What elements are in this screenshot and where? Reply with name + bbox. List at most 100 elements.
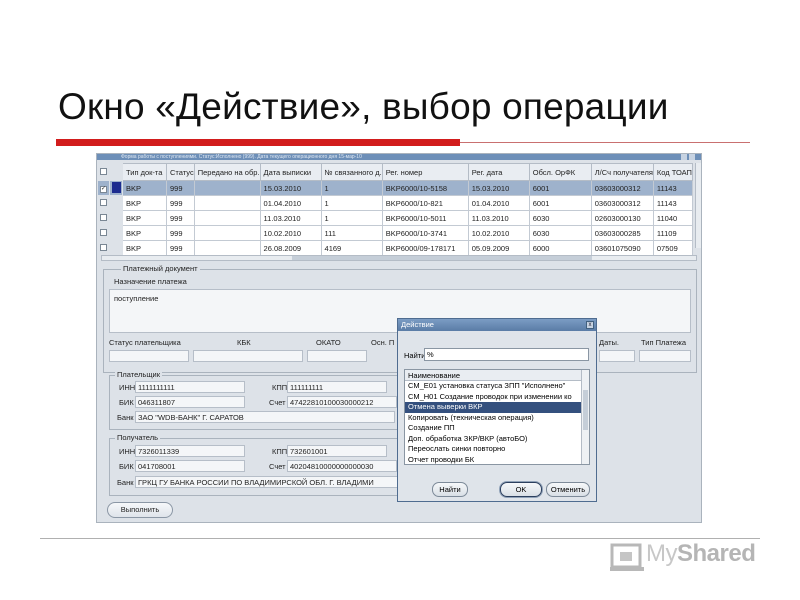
table-cell[interactable]: 999 [166,225,195,241]
payer-kpp-field[interactable]: 111111111 [287,381,387,393]
table-cell[interactable]: 01.04.2010 [467,195,530,211]
recipient-inn-field[interactable]: 7326011339 [135,445,245,457]
table-cell[interactable] [193,240,261,256]
table-cell[interactable]: 11.03.2010 [467,210,530,226]
list-item[interactable]: СМ_Е01 установка статуса ЗПП "Исполнено" [405,381,581,392]
payer-account-field[interactable]: 47422810100030000212 [287,396,397,408]
table-cell[interactable]: 6001 [528,180,592,196]
row-checkbox-cell[interactable] [97,240,110,256]
scroll-thumb[interactable] [292,256,592,260]
table-cell[interactable]: 11143 [652,195,693,211]
table-cell[interactable]: 111 [320,225,383,241]
table-cell[interactable]: 03603000312 [590,195,654,211]
table-cell[interactable]: 999 [166,195,195,211]
recipient-account-field[interactable]: 40204810000000000030 [287,460,397,472]
table-cell[interactable]: 05.09.2009 [467,240,530,256]
table-row[interactable]: ✓ BKP 999 15.03.2010 1 BKP6000/10-5158 15.03.2… [97,180,693,196]
maximize-icon[interactable] [689,154,695,160]
list-scroll-thumb[interactable] [583,390,588,430]
table-cell[interactable]: 999 [166,210,195,226]
table-cell[interactable]: 999 [166,240,195,256]
table-cell[interactable]: 15.03.2010 [467,180,530,196]
row-checkbox-cell[interactable]: ✓ [97,180,110,196]
table-cell[interactable]: 999 [166,180,195,196]
table-row[interactable]: BKP 999 11.03.2010 1 BKP6000/10-5011 11.03.20… [97,210,693,226]
table-cell[interactable]: BKP6000/10-3741 [381,225,469,241]
row-checkbox[interactable] [100,228,107,236]
row-checkbox[interactable]: ✓ [100,186,107,193]
col-header[interactable]: Л/Сч получателя [590,163,654,181]
row-marker-cell[interactable] [109,195,123,211]
col-header[interactable]: Рег. номер [381,163,469,181]
list-item[interactable]: Создание ПП [405,423,581,434]
table-cell[interactable] [193,195,261,211]
col-header[interactable]: Дата выписки [259,163,322,181]
recipient-kpp-field[interactable]: 732601001 [287,445,387,457]
table-row[interactable]: BKP 999 01.04.2010 1 BKP6000/10-821 01.04.201… [97,195,693,211]
list-item[interactable]: Доп. обработка ЗКР/ВКР (автоБО) [405,434,581,445]
table-cell[interactable]: 1 [320,180,383,196]
kbk-field[interactable] [193,350,303,362]
table-cell[interactable]: BKP [122,210,167,226]
table-cell[interactable]: 6030 [528,225,592,241]
list-scrollbar[interactable] [581,370,589,464]
execute-button[interactable]: Выполнить [107,502,173,518]
table-cell[interactable] [193,225,261,241]
col-header[interactable]: Статус [166,163,195,181]
table-cell[interactable]: BKP6000/09-178171 [381,240,469,256]
minimize-icon[interactable] [681,154,687,160]
table-cell[interactable]: 1 [320,210,383,226]
table-cell[interactable]: 02603000130 [590,210,654,226]
recipient-bik-field[interactable]: 041708001 [135,460,245,472]
col-header[interactable]: № связанного д. [320,163,383,181]
payer-status-field[interactable] [109,350,189,362]
list-item[interactable]: Отчет проводки БК [405,455,581,465]
payer-bank-field[interactable]: ЗАО "WDB-БАНК" Г. САРАТОВ [135,411,395,423]
table-cell[interactable]: 10.02.2010 [259,225,322,241]
col-header[interactable]: Передано на обр. [193,163,261,181]
find-button[interactable]: Найти [432,482,468,497]
col-header[interactable]: Тип док-та [122,163,167,181]
list-item[interactable]: Переослать синки повторно [405,444,581,455]
col-header[interactable]: Обсл. ОрФК [528,163,592,181]
table-cell[interactable]: 03603000285 [590,225,654,241]
table-cell[interactable]: 07509 [652,240,693,256]
table-cell[interactable]: 03601075090 [590,240,654,256]
table-horizontal-scrollbar[interactable] [101,255,697,261]
row-marker-cell[interactable] [109,180,123,196]
table-cell[interactable]: BKP [122,240,167,256]
cancel-button[interactable]: Отменить [546,482,590,497]
table-cell[interactable]: 6000 [528,240,592,256]
select-all-cell[interactable] [97,163,110,181]
payment-type-field[interactable] [639,350,691,362]
table-vertical-scrollbar[interactable] [695,163,701,248]
table-cell[interactable]: 6001 [528,195,592,211]
select-all-checkbox[interactable] [100,167,107,175]
recipient-bank-field[interactable]: ГРКЦ ГУ БАНКА РОССИИ ПО ВЛАДИМИРСКОЙ ОБЛ… [135,476,403,488]
table-cell[interactable]: 11.03.2010 [259,210,322,226]
table-cell[interactable]: BKP6000/10-5011 [381,210,469,226]
table-cell[interactable]: BKP [122,180,167,196]
row-checkbox[interactable] [100,198,107,206]
table-cell[interactable]: BKP [122,195,167,211]
row-marker-cell[interactable] [109,240,123,256]
payer-bik-field[interactable]: 046311807 [135,396,245,408]
ok-button[interactable]: OK [500,482,542,497]
table-cell[interactable]: 1 [320,195,383,211]
row-marker-cell[interactable] [109,210,123,226]
row-marker-cell[interactable] [109,225,123,241]
row-checkbox[interactable] [100,243,107,251]
table-cell[interactable]: 4169 [320,240,383,256]
table-cell[interactable] [193,210,261,226]
row-checkbox[interactable] [100,213,107,221]
table-cell[interactable]: 15.03.2010 [259,180,322,196]
col-header[interactable]: Код ТОАП [652,163,693,181]
list-item[interactable]: Отмена выверки ВКР [405,402,581,413]
row-checkbox-cell[interactable] [97,225,110,241]
table-cell[interactable]: 11040 [652,210,693,226]
table-row[interactable]: BKP 999 10.02.2010 111 BKP6000/10-3741 10.02.… [97,225,693,241]
payer-inn-field[interactable]: 1111111111 [135,381,245,393]
list-item[interactable]: Копировать (техническая операция) [405,413,581,424]
col-header[interactable]: Рег. дата [467,163,530,181]
table-cell[interactable]: 01.04.2010 [259,195,322,211]
